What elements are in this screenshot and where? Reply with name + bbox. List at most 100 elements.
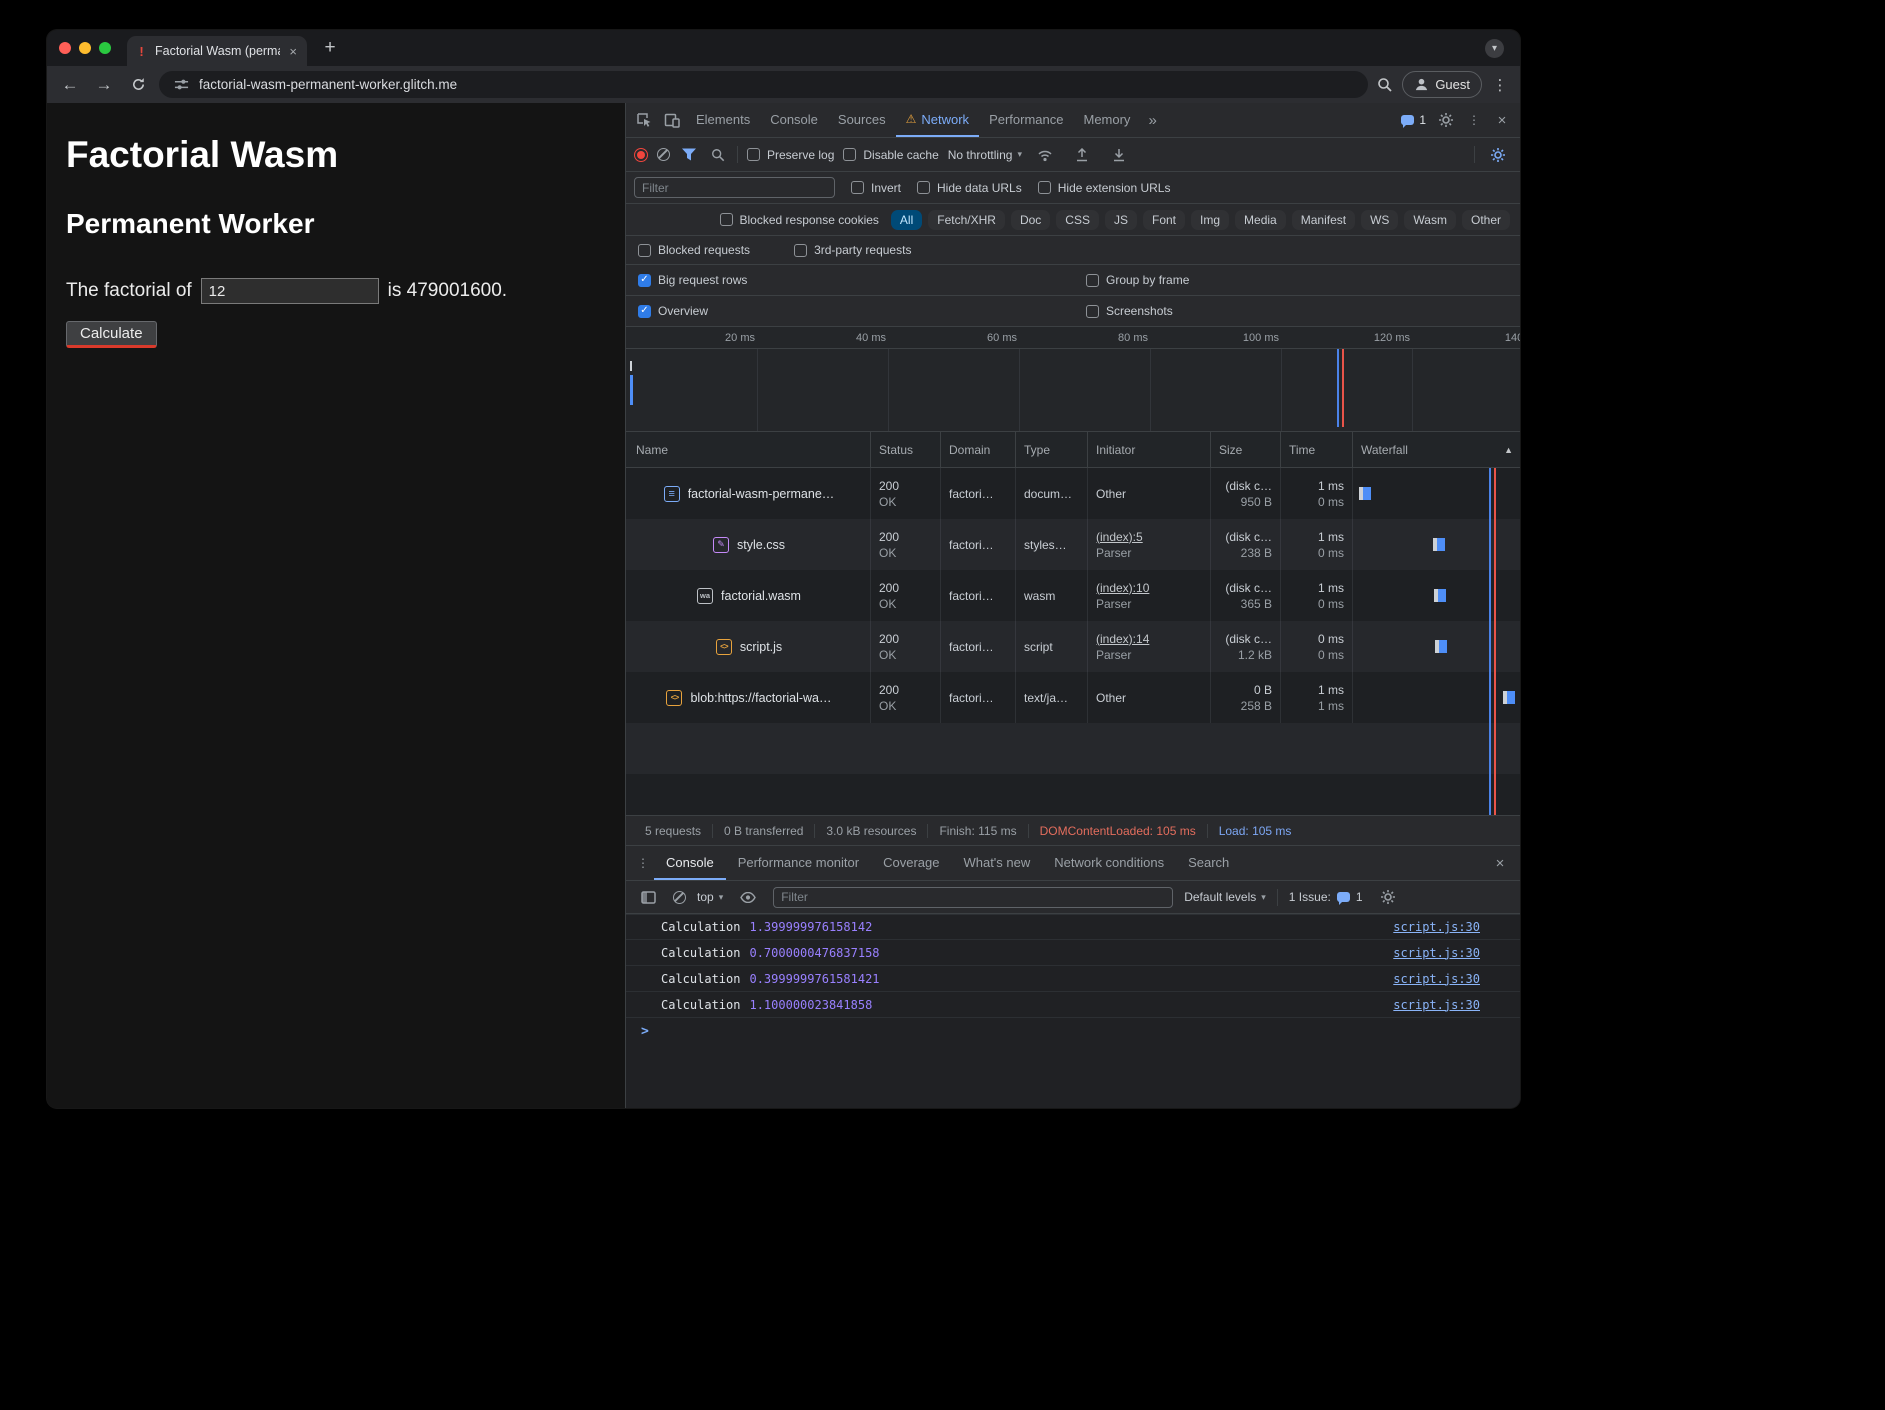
devtools-tab[interactable]: ⚠ Elements [686,103,760,137]
console-settings-gear-icon[interactable] [1374,884,1402,910]
console-source-link[interactable]: script.js:30 [1393,972,1480,986]
network-request-row[interactable]: script.js 200 OK factori… script [626,621,1520,672]
devtools-tab[interactable]: ⚠ Console [760,103,828,137]
network-request-row[interactable]: factorial-wasm-permane… 200 OK factori… … [626,468,1520,519]
factorial-input[interactable] [201,278,379,304]
network-request-row[interactable]: blob:https://factorial-wa… 200 OK factor… [626,672,1520,723]
console-source-link[interactable]: script.js:30 [1393,920,1480,934]
initiator-link[interactable]: (index):10 [1096,580,1202,596]
drawer-tab[interactable]: Network conditions [1042,846,1176,880]
filter-chip[interactable]: All [891,210,922,230]
filter-chip[interactable]: Fetch/XHR [928,210,1005,230]
browser-tab[interactable]: ! Factorial Wasm (permanent W × [127,36,307,66]
forward-button[interactable]: → [91,72,117,98]
new-tab-button[interactable]: + [317,35,343,61]
console-source-link[interactable]: script.js:30 [1393,946,1480,960]
devtools-tab[interactable]: ⚠ Memory [1073,103,1140,137]
drawer-close-icon[interactable]: × [1486,850,1514,876]
invert-checkbox[interactable]: Invert [851,181,901,195]
filter-chip[interactable]: Media [1235,210,1286,230]
calculate-button[interactable]: Calculate [66,321,157,348]
profile-button[interactable]: Guest [1402,71,1482,98]
blocked-response-cookies-checkbox[interactable]: Blocked response cookies [720,213,879,227]
devtools-tab[interactable]: ⚠ Sources [828,103,896,137]
minimize-window-button[interactable] [79,42,91,54]
throttling-select[interactable]: No throttling ▾ [948,148,1022,162]
disable-cache-checkbox[interactable]: Disable cache [843,148,938,162]
filter-funnel-icon[interactable] [679,142,699,168]
network-settings-gear-icon[interactable] [1484,142,1512,168]
devtools-menu-icon[interactable]: ⋮ [1460,107,1488,133]
site-settings-icon[interactable] [172,76,190,94]
filter-chip[interactable]: Other [1462,210,1510,230]
drawer-tab[interactable]: Coverage [871,846,951,880]
initiator-link[interactable]: (index):5 [1096,529,1202,545]
back-button[interactable]: ← [57,72,83,98]
column-header-time[interactable]: Time [1281,432,1353,467]
fullscreen-window-button[interactable] [99,42,111,54]
hide-extension-urls-checkbox[interactable]: Hide extension URLs [1038,181,1171,195]
network-conditions-icon[interactable] [1031,142,1059,168]
console-sidebar-icon[interactable] [634,884,662,910]
network-filter-input[interactable] [634,177,835,198]
filter-chip[interactable]: Font [1143,210,1185,230]
network-request-row[interactable]: factorial.wasm 200 OK factori… wasm [626,570,1520,621]
filter-chip[interactable]: Manifest [1292,210,1355,230]
overview-checkbox[interactable]: Overview [638,304,1086,318]
close-window-button[interactable] [59,42,71,54]
group-by-frame-checkbox[interactable]: Group by frame [1086,273,1189,287]
screenshots-checkbox[interactable]: Screenshots [1086,304,1173,318]
filter-chip[interactable]: WS [1361,210,1398,230]
eye-icon[interactable] [734,884,762,910]
blocked-requests-checkbox[interactable]: Blocked requests [638,243,750,257]
devtools-tab[interactable]: ⚠ Performance [979,103,1073,137]
initiator-link[interactable]: (index):14 [1096,631,1202,647]
settings-gear-icon[interactable] [1432,107,1460,133]
column-header-size[interactable]: Size [1211,432,1281,467]
clear-network-log-icon[interactable] [657,148,670,161]
record-network-log-button[interactable] [634,148,648,162]
drawer-tab[interactable]: Console [654,846,726,880]
filter-chip[interactable]: Doc [1011,210,1050,230]
console-issues-button[interactable]: 1 Issue: 1 [1289,890,1363,904]
network-request-row[interactable]: style.css 200 OK factori… styles… [626,519,1520,570]
column-header-name[interactable]: Name [626,432,871,467]
column-header-waterfall[interactable]: Waterfall ▲ [1353,432,1520,467]
filter-chip[interactable]: CSS [1056,210,1099,230]
big-request-rows-checkbox[interactable]: Big request rows [638,273,1086,287]
console-filter-input[interactable] [773,887,1173,908]
url-bar[interactable]: factorial-wasm-permanent-worker.glitch.m… [159,71,1368,98]
column-header-status[interactable]: Status [871,432,941,467]
browser-menu-button[interactable]: ⋮ [1490,76,1510,94]
context-select[interactable]: top ▾ [697,890,723,904]
devtools-tab[interactable]: ⚠ Network [896,103,979,137]
filter-chip[interactable]: Img [1191,210,1229,230]
third-party-requests-checkbox[interactable]: 3rd-party requests [794,243,911,257]
export-har-icon[interactable] [1105,142,1133,168]
column-header-type[interactable]: Type [1016,432,1088,467]
device-toolbar-icon[interactable] [658,107,686,133]
filter-chip[interactable]: JS [1105,210,1137,230]
clear-console-icon[interactable] [673,891,686,904]
drawer-tab[interactable]: What's new [951,846,1042,880]
drawer-menu-icon[interactable]: ⋮ [632,850,654,876]
console-source-link[interactable]: script.js:30 [1393,998,1480,1012]
filter-chip[interactable]: Wasm [1404,210,1456,230]
issues-counter-button[interactable]: 1 [1395,113,1432,127]
more-tabs-button[interactable]: » [1140,112,1164,129]
log-levels-select[interactable]: Default levels ▾ [1184,890,1266,904]
drawer-tab[interactable]: Performance monitor [726,846,871,880]
tab-close-icon[interactable]: × [287,44,299,59]
column-header-domain[interactable]: Domain [941,432,1016,467]
column-header-initiator[interactable]: Initiator [1088,432,1211,467]
preserve-log-checkbox[interactable]: Preserve log [747,148,834,162]
devtools-close-icon[interactable]: × [1488,107,1516,133]
drawer-tab[interactable]: Search [1176,846,1241,880]
console-prompt[interactable]: > [626,1018,1520,1044]
zoom-icon[interactable] [1376,76,1394,94]
network-overview-timeline[interactable]: 20 ms40 ms60 ms80 ms100 ms120 ms140 ms [626,327,1520,432]
search-icon[interactable] [708,142,728,168]
tab-search-button[interactable]: ▾ [1485,39,1504,58]
reload-button[interactable] [125,72,151,98]
inspect-element-icon[interactable] [630,107,658,133]
